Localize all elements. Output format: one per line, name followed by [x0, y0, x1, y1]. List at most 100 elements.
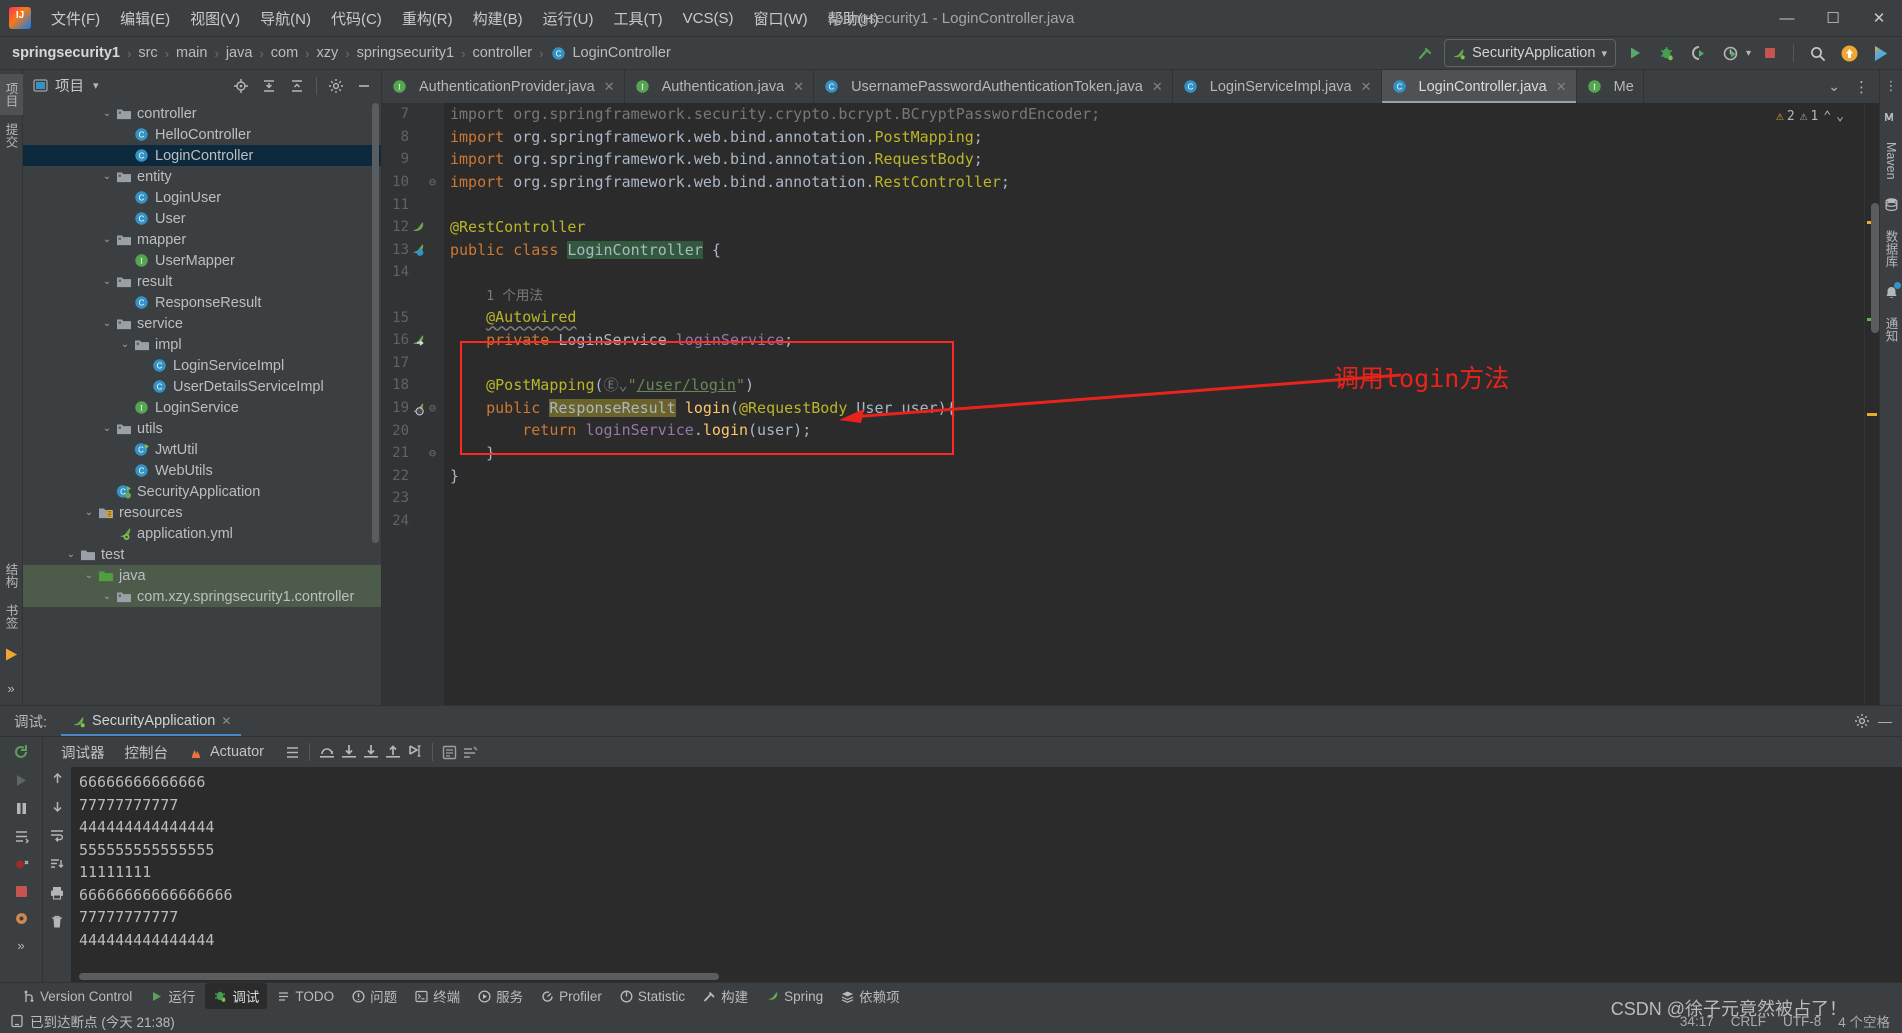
breadcrumb-item-8[interactable]: C LoginController: [550, 45, 671, 61]
code-line[interactable]: 1 个用法: [444, 284, 1864, 307]
tree-item[interactable]: ⌄ impl: [23, 334, 381, 355]
tree-item[interactable]: C HelloController: [23, 124, 381, 145]
breadcrumb-item-4[interactable]: com: [271, 45, 298, 61]
database-icon[interactable]: [1882, 196, 1900, 214]
chevron-down-icon[interactable]: ⌄: [99, 276, 115, 287]
menu-item-7[interactable]: 运行(U): [533, 4, 604, 33]
chevron-down-icon[interactable]: ⌄: [99, 108, 115, 119]
breadcrumb-item-6[interactable]: springsecurity1: [357, 45, 455, 61]
breadcrumb-item-7[interactable]: controller: [472, 45, 532, 61]
debug-session-tab[interactable]: SecurityApplication ✕: [61, 706, 242, 736]
tree-item[interactable]: ⌄ resources: [23, 502, 381, 523]
evaluate-expression-icon[interactable]: [441, 744, 458, 761]
resume-program-icon[interactable]: [13, 772, 30, 789]
chevron-down-icon[interactable]: ⌄: [99, 423, 115, 434]
project-scope-chevron-icon[interactable]: ▾: [93, 79, 99, 92]
maven-icon[interactable]: [1882, 108, 1900, 126]
gutter-marker-icon[interactable]: [409, 333, 426, 348]
breadcrumb-item-3[interactable]: java: [226, 45, 253, 61]
expand-tool-icon[interactable]: »: [17, 938, 24, 953]
run-button[interactable]: [1622, 40, 1648, 66]
code-line[interactable]: [444, 510, 1864, 533]
gutter-line[interactable]: [382, 284, 444, 307]
scroll-down-icon[interactable]: [50, 799, 65, 814]
chevron-down-icon[interactable]: ⌄: [81, 570, 97, 581]
code-line[interactable]: public class LoginController {: [444, 239, 1864, 262]
tree-item[interactable]: ⌄ test: [23, 544, 381, 565]
rail-tab-structure[interactable]: 结构: [0, 555, 24, 596]
code-line[interactable]: }: [444, 442, 1864, 465]
tree-item[interactable]: C SecurityApplication: [23, 481, 381, 502]
rail-tab-maven[interactable]: Maven: [1881, 134, 1901, 188]
code-fold-icon[interactable]: ⊖: [426, 446, 439, 460]
gutter-line[interactable]: 22: [382, 465, 444, 488]
tool-window-button-6[interactable]: 服务: [470, 983, 531, 1009]
gutter-line[interactable]: 23: [382, 487, 444, 510]
profile-button[interactable]: [1718, 40, 1744, 66]
tree-item[interactable]: ⌄ controller: [23, 103, 381, 124]
tree-item[interactable]: C LoginUser: [23, 187, 381, 208]
rerun-icon[interactable]: [12, 743, 30, 761]
collapse-all-icon[interactable]: [284, 73, 310, 99]
rail-tab-project[interactable]: 项目: [0, 74, 24, 115]
tab-debugger[interactable]: 调试器: [53, 738, 113, 767]
tree-item[interactable]: I LoginService: [23, 397, 381, 418]
step-over-icon[interactable]: [318, 743, 336, 761]
tool-window-button-11[interactable]: 依赖项: [833, 983, 908, 1009]
tool-window-button-1[interactable]: 运行: [142, 983, 203, 1009]
tab-actuator[interactable]: Actuator: [180, 740, 272, 764]
tool-window-button-0[interactable]: Version Control: [14, 986, 140, 1007]
gutter-line[interactable]: 11: [382, 193, 444, 216]
gutter-line[interactable]: 24: [382, 510, 444, 533]
force-step-into-icon[interactable]: [362, 743, 380, 761]
editor-gutter[interactable]: 7 8 9 10 ⊖ 11 12 13 14 15 16 17 18 19 ⊖ 20 21 ⊖ 22 23 24: [382, 103, 444, 705]
tool-window-button-4[interactable]: 问题: [344, 983, 405, 1009]
status-right-item-2[interactable]: UTF-8: [1783, 1014, 1821, 1029]
chevron-down-icon[interactable]: ⌄: [117, 339, 133, 350]
tree-item[interactable]: C LoginServiceImpl: [23, 355, 381, 376]
menu-item-8[interactable]: 工具(T): [603, 4, 672, 33]
breadcrumb-item-5[interactable]: xzy: [317, 45, 339, 61]
menu-item-0[interactable]: 文件(F): [41, 4, 110, 33]
menu-item-6[interactable]: 构建(B): [463, 4, 533, 33]
gutter-line[interactable]: 8: [382, 126, 444, 149]
gutter-line[interactable]: 15: [382, 306, 444, 329]
breadcrumb-item-2[interactable]: main: [176, 45, 207, 61]
tree-item[interactable]: I UserMapper: [23, 250, 381, 271]
close-icon[interactable]: ✕: [1152, 79, 1163, 95]
tree-item[interactable]: ⌄ service: [23, 313, 381, 334]
tree-item[interactable]: C User: [23, 208, 381, 229]
profiler-chevron-icon[interactable]: ▾: [1746, 48, 1751, 59]
stop-button[interactable]: [1757, 40, 1783, 66]
tool-window-button-8[interactable]: Statistic: [612, 986, 693, 1007]
chevron-down-icon[interactable]: ⌄: [81, 507, 97, 518]
tool-window-button-3[interactable]: TODO: [269, 986, 342, 1007]
code-line[interactable]: import org.springframework.security.cryp…: [444, 103, 1864, 126]
close-icon[interactable]: ✕: [1361, 79, 1372, 95]
tree-item[interactable]: ⌄ mapper: [23, 229, 381, 250]
code-line[interactable]: import org.springframework.web.bind.anno…: [444, 171, 1864, 194]
menu-item-10[interactable]: 窗口(W): [743, 4, 817, 33]
print-icon[interactable]: [49, 885, 65, 901]
tab-overflow-chevron-icon[interactable]: ⌄: [1822, 78, 1846, 95]
locate-icon[interactable]: [228, 73, 254, 99]
editor-tab[interactable]: C LoginServiceImpl.java ✕: [1173, 70, 1382, 103]
status-right-item-3[interactable]: 4 个空格: [1838, 1011, 1890, 1031]
expand-all-icon[interactable]: [256, 73, 282, 99]
editor-vertical-scrollbar[interactable]: [1871, 203, 1879, 333]
code-editor[interactable]: 7 8 9 10 ⊖ 11 12 13 14 15 16 17 18 19 ⊖ 20 21 ⊖ 22 23 24 imp…: [382, 103, 1879, 705]
tree-item[interactable]: ⌄ entity: [23, 166, 381, 187]
hide-panel-icon[interactable]: [351, 73, 377, 99]
tree-item[interactable]: C LoginController: [23, 145, 381, 166]
bell-icon[interactable]: [1882, 282, 1901, 301]
right-rail-more-icon[interactable]: ⋮: [1885, 78, 1898, 94]
pause-program-icon[interactable]: [13, 800, 30, 817]
mute-breakpoints-icon[interactable]: [13, 856, 30, 873]
step-into-icon[interactable]: [340, 743, 358, 761]
code-line[interactable]: import org.springframework.web.bind.anno…: [444, 126, 1864, 149]
menu-item-9[interactable]: VCS(S): [673, 6, 744, 31]
stripe-mark-warning2[interactable]: [1867, 413, 1877, 416]
editor-tab[interactable]: C LoginController.java ✕: [1381, 70, 1577, 103]
gear-icon[interactable]: [1854, 713, 1870, 729]
search-everywhere-icon[interactable]: [1804, 40, 1830, 66]
